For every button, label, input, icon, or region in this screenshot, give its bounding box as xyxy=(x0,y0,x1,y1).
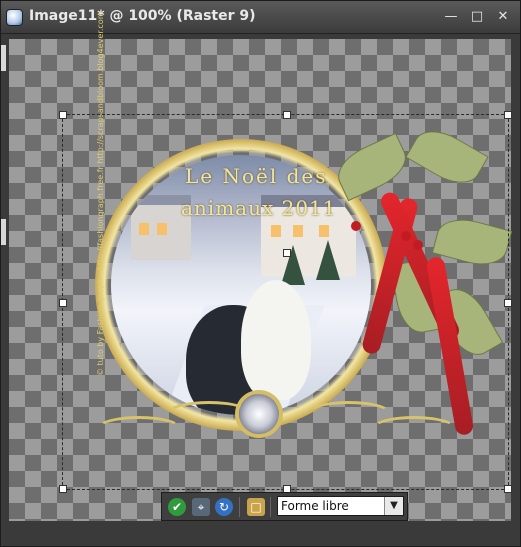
selection-marquee[interactable] xyxy=(59,111,512,493)
toolbar-separator xyxy=(270,497,271,517)
tool-options-bar: ✔ ⌖ ↻ □ Forme libre ▼ xyxy=(161,492,408,521)
reset-icon[interactable]: ↻ xyxy=(215,498,233,516)
maximize-button[interactable]: □ xyxy=(469,9,485,25)
resize-handle[interactable] xyxy=(504,299,512,307)
chevron-down-icon[interactable]: ▼ xyxy=(384,497,403,515)
resize-handle[interactable] xyxy=(59,485,67,493)
mode-dropdown[interactable]: Forme libre ▼ xyxy=(277,496,404,516)
resize-handle[interactable] xyxy=(504,485,512,493)
resize-handle[interactable] xyxy=(59,111,67,119)
crop-tool-icon[interactable]: ⌖ xyxy=(192,498,210,516)
title-bar[interactable]: Image11* @ 100% (Raster 9) — □ ✕ xyxy=(1,1,520,34)
rotation-pivot-handle[interactable] xyxy=(283,249,291,257)
left-palette-edge xyxy=(1,39,9,521)
toolbar-separator xyxy=(239,497,240,517)
resize-handle[interactable] xyxy=(59,299,67,307)
app-icon xyxy=(7,10,22,25)
close-button[interactable]: ✕ xyxy=(495,9,511,25)
resize-handle[interactable] xyxy=(504,111,512,119)
mode-dropdown-value: Forme libre xyxy=(281,499,349,513)
window-title: Image11* @ 100% (Raster 9) xyxy=(29,8,256,24)
palette-tab[interactable] xyxy=(1,219,6,245)
apply-check-icon[interactable]: ✔ xyxy=(168,498,186,516)
layer-icon[interactable]: □ xyxy=(247,498,265,516)
resize-handle[interactable] xyxy=(283,111,291,119)
image-window: Image11* @ 100% (Raster 9) — □ ✕ Le Noël… xyxy=(0,0,521,547)
palette-tab[interactable] xyxy=(1,45,6,71)
minimize-button[interactable]: — xyxy=(443,9,459,25)
